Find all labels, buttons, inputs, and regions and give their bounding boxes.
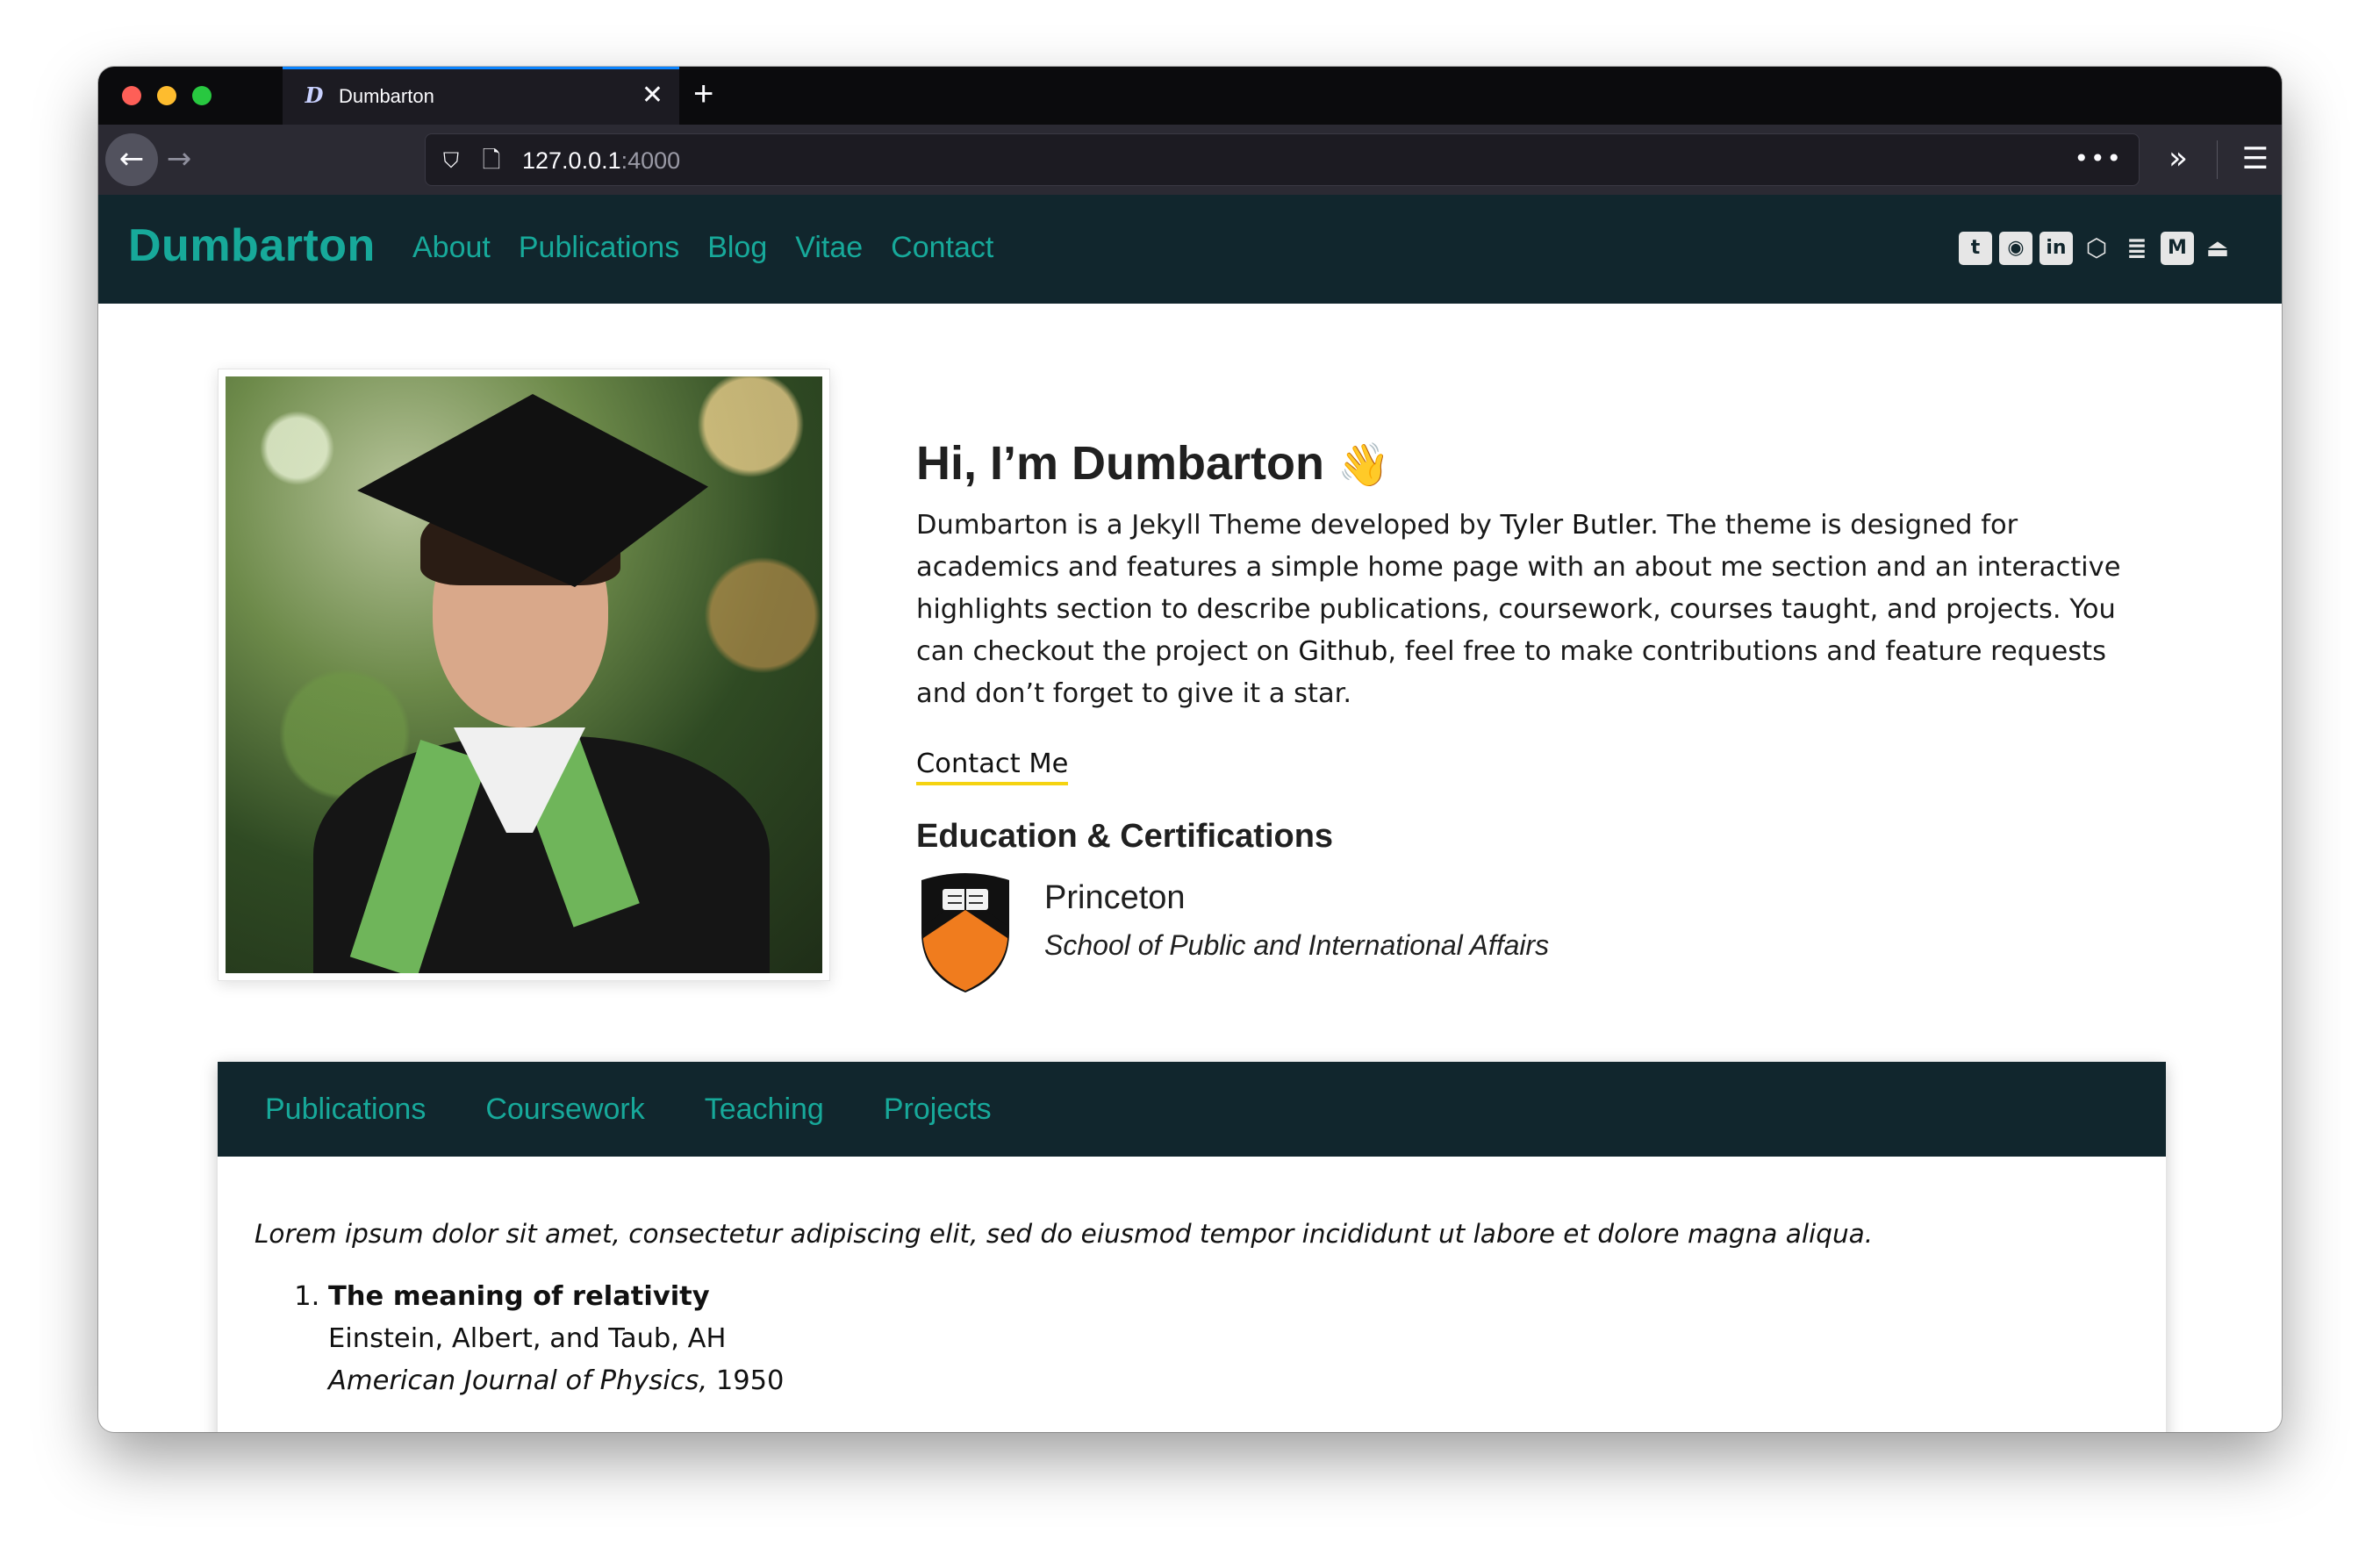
author-link[interactable]: Tyler Butler (1501, 510, 1651, 541)
highlights-tabs: Publications Coursework Teaching Project… (218, 1062, 2166, 1157)
forward-button[interactable]: → (153, 133, 205, 186)
greeting-text: Hi, I’m Dumbarton (916, 437, 1325, 490)
site-navbar: Dumbarton About Publications Blog Vitae … (98, 195, 2282, 304)
address-bar[interactable]: ⛉ 🗋 127.0.0.1:4000 ••• (425, 133, 2140, 186)
publication-citation: American Journal of Physics, 1950 (328, 1360, 2166, 1402)
medium-icon[interactable]: M (2161, 232, 2194, 265)
nav-vitae[interactable]: Vitae (795, 230, 863, 265)
highlights-card: Publications Coursework Teaching Project… (218, 1062, 2166, 1432)
desc-part1: Dumbarton is a Jekyll Theme developed by (916, 510, 1501, 541)
codepen-icon[interactable]: ⬡ (2080, 232, 2113, 265)
new-tab-button[interactable]: + (693, 74, 713, 114)
publication-venue: American Journal of Physics, (328, 1365, 708, 1396)
page-actions-icon[interactable]: ••• (2074, 145, 2123, 173)
intro-section: Hi, I’m Dumbarton 👋 Dumbarton is a Jekyl… (916, 432, 2250, 1003)
highlights-intro: Lorem ipsum dolor sit amet, consectetur … (254, 1219, 1874, 1249)
tab-strip: D Dumbarton ✕ + (98, 67, 2282, 125)
publication-authors: Einstein, Albert, and Taub, AH (328, 1323, 727, 1354)
back-button[interactable]: ← (105, 133, 158, 186)
toolbar-divider (2217, 140, 2218, 179)
overflow-chevron-icon[interactable]: » (2152, 139, 2204, 181)
nav-contact[interactable]: Contact (891, 230, 993, 265)
contact-me-link[interactable]: Contact Me (916, 747, 1069, 785)
stackoverflow-icon[interactable]: ≣ (2120, 232, 2154, 265)
tab-title: Dumbarton (339, 85, 434, 107)
nav-links: About Publications Blog Vitae Contact (412, 230, 993, 265)
highlights-body: Lorem ipsum dolor sit amet, consectetur … (218, 1157, 2166, 1402)
twitter-icon[interactable]: t (1959, 232, 1992, 265)
close-tab-icon[interactable]: ✕ (642, 78, 663, 113)
publication-list: The meaning of relativity Einstein, Albe… (254, 1276, 2166, 1402)
maximize-window-button[interactable] (192, 86, 211, 105)
tab-coursework[interactable]: Coursework (485, 1092, 644, 1127)
page-icon[interactable]: 🗋 (480, 147, 503, 175)
browser-tab[interactable]: D Dumbarton ✕ (283, 67, 679, 125)
github-link[interactable]: Github (1298, 636, 1387, 667)
list-item: The meaning of relativity Einstein, Albe… (328, 1276, 2166, 1402)
nav-about[interactable]: About (412, 230, 491, 265)
hamburger-menu-icon[interactable]: ☰ (2231, 139, 2280, 181)
nav-publications[interactable]: Publications (519, 230, 679, 265)
profile-photo (226, 376, 822, 973)
navigation-toolbar: ← → ⛉ 🗋 127.0.0.1:4000 ••• » ☰ (98, 125, 2282, 195)
academia-icon[interactable]: ⏏ (2201, 232, 2234, 265)
nav-blog[interactable]: Blog (707, 230, 767, 265)
site-brand[interactable]: Dumbarton (128, 219, 376, 272)
tab-publications[interactable]: Publications (265, 1092, 426, 1127)
waving-hand-icon: 👋 (1337, 442, 1390, 489)
tab-teaching[interactable]: Teaching (705, 1092, 824, 1127)
social-icons: t ◉ in ⬡ ≣ M ⏏ (1959, 232, 2234, 265)
princeton-shield-icon (921, 873, 1009, 992)
linkedin-icon[interactable]: in (2039, 232, 2073, 265)
education-institution: Princeton (1044, 879, 1186, 916)
tab-projects[interactable]: Projects (884, 1092, 992, 1127)
publication-title: The meaning of relativity (328, 1281, 710, 1312)
education-item: Princeton School of Public and Internati… (916, 871, 2250, 1003)
browser-window: D Dumbarton ✕ + ← → ⛉ 🗋 127.0.0.1:4000 •… (98, 67, 2282, 1432)
education-heading: Education & Certifications (916, 818, 1334, 855)
close-window-button[interactable] (122, 86, 141, 105)
minimize-window-button[interactable] (157, 86, 176, 105)
shield-icon[interactable]: ⛉ (438, 147, 464, 175)
url-text[interactable]: 127.0.0.1:4000 (522, 147, 680, 175)
url-port: :4000 (620, 147, 681, 174)
site-favicon-icon: D (305, 82, 324, 108)
profile-photo-frame (218, 369, 830, 981)
page-title: Hi, I’m Dumbarton 👋 (916, 432, 2250, 498)
github-icon[interactable]: ◉ (1999, 232, 2032, 265)
education-school: School of Public and International Affai… (1044, 929, 1550, 961)
url-host: 127.0.0.1 (522, 147, 621, 174)
publication-year: 1950 (715, 1365, 785, 1396)
intro-description: Dumbarton is a Jekyll Theme developed by… (916, 505, 2136, 715)
